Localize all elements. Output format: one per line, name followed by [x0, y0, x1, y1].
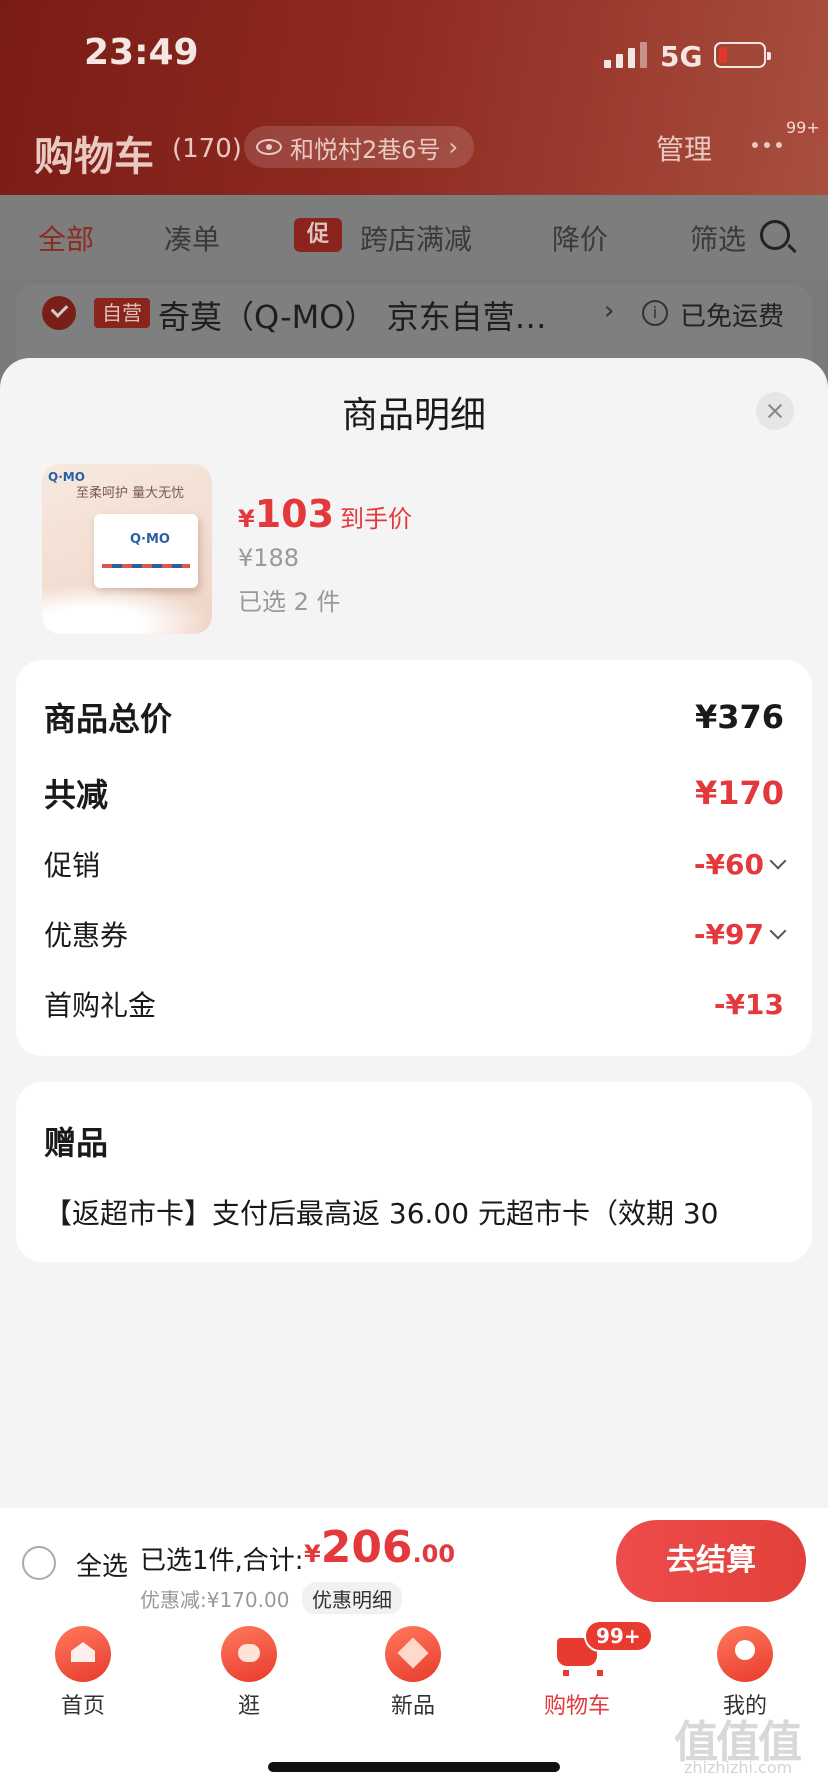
- tab-browse[interactable]: 逛: [194, 1626, 304, 1720]
- product-box-graphic: [94, 514, 198, 588]
- select-all-radio[interactable]: [22, 1546, 56, 1580]
- tab-new[interactable]: 新品: [358, 1626, 468, 1720]
- tab-home-label: 首页: [60, 1694, 105, 1719]
- tab-home[interactable]: 首页: [28, 1626, 138, 1720]
- reduce-row: 共减 ¥170: [44, 770, 784, 816]
- tab-browse-label: 逛: [237, 1694, 260, 1719]
- store-name[interactable]: 奇莫（Q-MO） 京东自营…: [158, 292, 547, 338]
- page-title: 购物车: [34, 134, 154, 180]
- home-icon: [55, 1626, 111, 1682]
- checkout-button[interactable]: 去结算: [616, 1520, 806, 1602]
- gift-money-row: 首购礼金 -¥13: [44, 984, 784, 1024]
- browse-icon: [221, 1626, 277, 1682]
- signal-icon: [604, 42, 648, 68]
- eye-icon: [256, 139, 282, 155]
- coupon-value: -¥97: [693, 917, 764, 951]
- promo-label: 促销: [44, 849, 101, 882]
- gifts-card: [16, 1082, 812, 1262]
- profile-icon: [717, 1626, 773, 1682]
- product-image: Q·MO 至柔呵护 量大无忧: [42, 464, 212, 634]
- new-products-icon: [385, 1626, 441, 1682]
- total-value: ¥376: [694, 698, 784, 736]
- cart-count: (170): [172, 134, 242, 164]
- currency-symbol: ¥: [304, 1540, 321, 1568]
- discount-detail-button[interactable]: 优惠明细: [302, 1582, 402, 1615]
- tab-price-drop[interactable]: 降价: [552, 218, 608, 258]
- cart-badge: 99+: [584, 1620, 653, 1652]
- total-integer: 206: [320, 1522, 413, 1573]
- final-price-value: 103: [254, 492, 335, 536]
- sheet-title: 商品明细: [341, 395, 486, 436]
- tab-cart-label: 购物车: [543, 1694, 610, 1719]
- final-price: ¥103 到手价: [238, 492, 412, 536]
- address-selector[interactable]: 和悦村2巷6号 ›: [244, 126, 475, 168]
- chevron-right-icon: ›: [604, 296, 615, 326]
- more-icon[interactable]: [752, 142, 782, 148]
- chevron-right-icon: ›: [448, 133, 459, 161]
- manage-button[interactable]: 管理: [656, 128, 712, 168]
- status-time: 23:49: [84, 32, 199, 73]
- tab-filter[interactable]: 筛选: [690, 218, 746, 258]
- currency-symbol: ¥: [238, 505, 255, 533]
- tab-cross-store[interactable]: 跨店满减: [360, 218, 472, 258]
- total-row: 商品总价 ¥376: [44, 694, 784, 740]
- network-label: 5G: [660, 40, 703, 73]
- reduce-label: 共减: [44, 776, 109, 814]
- gift-money-value: -¥13: [713, 987, 784, 1021]
- tab-bundle[interactable]: 凑单: [164, 218, 220, 258]
- chevron-down-icon[interactable]: [769, 922, 787, 940]
- original-price: ¥188: [238, 544, 300, 572]
- promo-row[interactable]: 促销 -¥60: [44, 844, 787, 884]
- info-icon[interactable]: i: [642, 300, 668, 326]
- search-icon[interactable]: [760, 220, 790, 250]
- tab-all[interactable]: 全部: [38, 218, 94, 258]
- close-icon[interactable]: [756, 392, 794, 430]
- home-indicator[interactable]: [268, 1762, 560, 1772]
- checkout-total: ¥206.00: [304, 1522, 455, 1573]
- reduce-value: ¥170: [694, 774, 784, 812]
- coupon-label: 优惠券: [44, 919, 129, 952]
- thumb-slogan: 至柔呵护 量大无忧: [76, 486, 185, 501]
- shipping-status: 已免运费: [680, 302, 785, 332]
- gifts-title: 赠品: [44, 1124, 109, 1162]
- total-label: 商品总价: [44, 700, 173, 738]
- discount-amount: 优惠减:¥170.00: [140, 1588, 290, 1612]
- more-badge: 99+: [780, 116, 826, 139]
- self-operated-tag: 自营: [94, 298, 150, 328]
- gift-item: 【返超市卡】支付后最高返 36.00 元超市卡（效期 30: [44, 1197, 719, 1230]
- tab-new-label: 新品: [390, 1694, 435, 1719]
- select-all-label[interactable]: 全选: [76, 1546, 128, 1583]
- promo-value: -¥60: [693, 847, 764, 881]
- status-bar: 23:49 5G: [0, 0, 828, 110]
- coupon-row[interactable]: 优惠券 -¥97: [44, 914, 787, 954]
- total-decimal: .00: [412, 1540, 456, 1568]
- address-label: 和悦村2巷6号: [290, 135, 441, 164]
- watermark-url: zhizhizhi.com: [684, 1758, 793, 1777]
- gift-money-label: 首购礼金: [44, 989, 157, 1022]
- cloud-graphic: [42, 584, 212, 634]
- promo-tag: 促: [294, 218, 342, 252]
- final-price-label: 到手价: [340, 505, 413, 533]
- checkout-summary: 已选1件,合计:: [140, 1546, 304, 1576]
- chevron-down-icon[interactable]: [769, 852, 787, 870]
- battery-icon: [714, 42, 771, 68]
- selected-quantity: 已选 2 件: [238, 588, 341, 616]
- store-check-icon[interactable]: [42, 296, 76, 330]
